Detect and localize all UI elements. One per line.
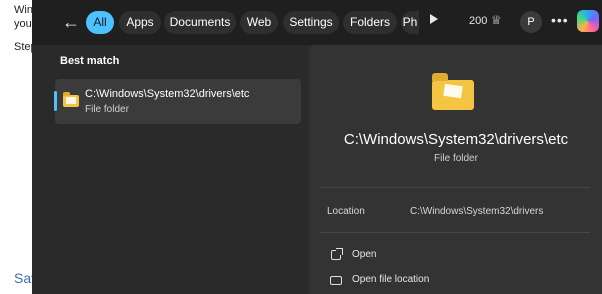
open-label: Open xyxy=(352,249,377,260)
folder-icon xyxy=(63,92,79,107)
copilot-icon[interactable] xyxy=(577,10,599,32)
folder-outline-icon xyxy=(330,273,344,287)
best-match-result[interactable]: C:\Windows\System32\drivers\etc File fol… xyxy=(54,79,301,124)
open-action[interactable]: Open xyxy=(330,248,530,264)
avatar[interactable]: P xyxy=(520,11,542,33)
location-value: C:\Windows\System32\drivers xyxy=(410,206,544,217)
divider xyxy=(320,187,590,188)
result-title: C:\Windows\System32\drivers\etc xyxy=(85,88,250,100)
filter-documents[interactable]: Documents xyxy=(164,11,236,34)
back-arrow-icon[interactable]: ← xyxy=(60,11,82,33)
filter-all[interactable]: All xyxy=(86,11,114,34)
best-match-heading: Best match xyxy=(60,55,120,67)
selection-indicator xyxy=(54,91,57,111)
background-text: you xyxy=(14,18,32,30)
filter-apps[interactable]: Apps xyxy=(119,11,161,34)
open-file-location-label: Open file location xyxy=(352,274,430,285)
folder-icon xyxy=(432,73,474,110)
search-topbar: ← All Apps Documents Web Settings Folder… xyxy=(32,0,602,45)
scroll-filters-icon[interactable] xyxy=(430,14,438,24)
filter-web[interactable]: Web xyxy=(240,11,278,34)
rewards-points[interactable]: 200 xyxy=(469,15,487,27)
filter-photos[interactable]: Ph xyxy=(401,11,419,34)
trophy-icon[interactable]: ♕ xyxy=(491,13,502,27)
detail-title: C:\Windows\System32\drivers\etc xyxy=(343,131,569,148)
filter-settings[interactable]: Settings xyxy=(283,11,339,34)
more-icon[interactable]: ••• xyxy=(551,12,569,28)
filter-folders[interactable]: Folders xyxy=(343,11,397,34)
open-file-location-action[interactable]: Open file location xyxy=(330,273,530,289)
background-text: Win xyxy=(14,4,33,16)
detail-subtitle: File folder xyxy=(434,153,478,164)
open-external-icon xyxy=(330,248,344,262)
location-label: Location xyxy=(327,206,365,217)
divider xyxy=(320,232,590,233)
result-subtitle: File folder xyxy=(85,104,129,115)
